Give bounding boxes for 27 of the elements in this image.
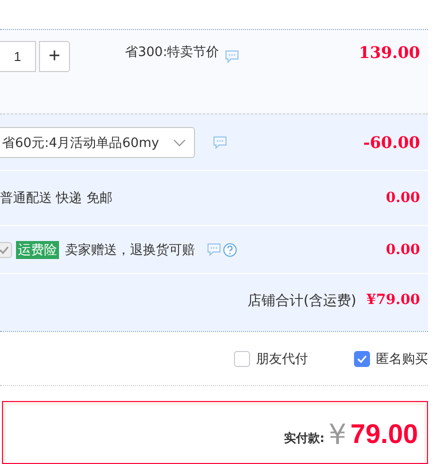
shipping-amount: 0.00 [386, 190, 420, 206]
check-icon [357, 354, 367, 362]
chat-icon[interactable] [225, 50, 240, 63]
plus-button[interactable]: + [39, 41, 70, 72]
option-label: 朋友代付 [256, 350, 308, 368]
insurance-amount: 0.00 [386, 242, 420, 258]
discount-amount: -60.00 [363, 133, 420, 152]
discount-select[interactable]: 省60元:4月活动单品60my [0, 127, 195, 158]
item-price: 139.00 [358, 43, 420, 62]
promo-text: 省300:特卖节价 [125, 44, 220, 61]
option-checkbox[interactable] [234, 350, 250, 366]
payment-label: 实付款: [284, 430, 325, 446]
chat-icon[interactable] [207, 243, 221, 256]
chat-icon[interactable] [213, 136, 227, 149]
quantity-field[interactable]: 1 [0, 41, 36, 72]
insurance-tag: 运费险 [16, 240, 59, 258]
currency-symbol: ¥ [328, 418, 346, 450]
payment-amount: 79.00 [350, 418, 418, 450]
subtotal-label: 店铺合计(含运费) [247, 292, 356, 310]
option-checkbox[interactable] [354, 350, 370, 366]
subtotal-amount: ¥79.00 [366, 292, 420, 308]
insurance-text: 卖家赠送，退换货可赔 [65, 242, 195, 258]
help-icon[interactable] [223, 242, 237, 256]
option-label: 匿名购买 [376, 350, 428, 368]
check-icon [0, 246, 9, 254]
shipping-text: 普通配送 快递 免邮 [0, 190, 112, 207]
chevron-down-icon [173, 138, 186, 146]
